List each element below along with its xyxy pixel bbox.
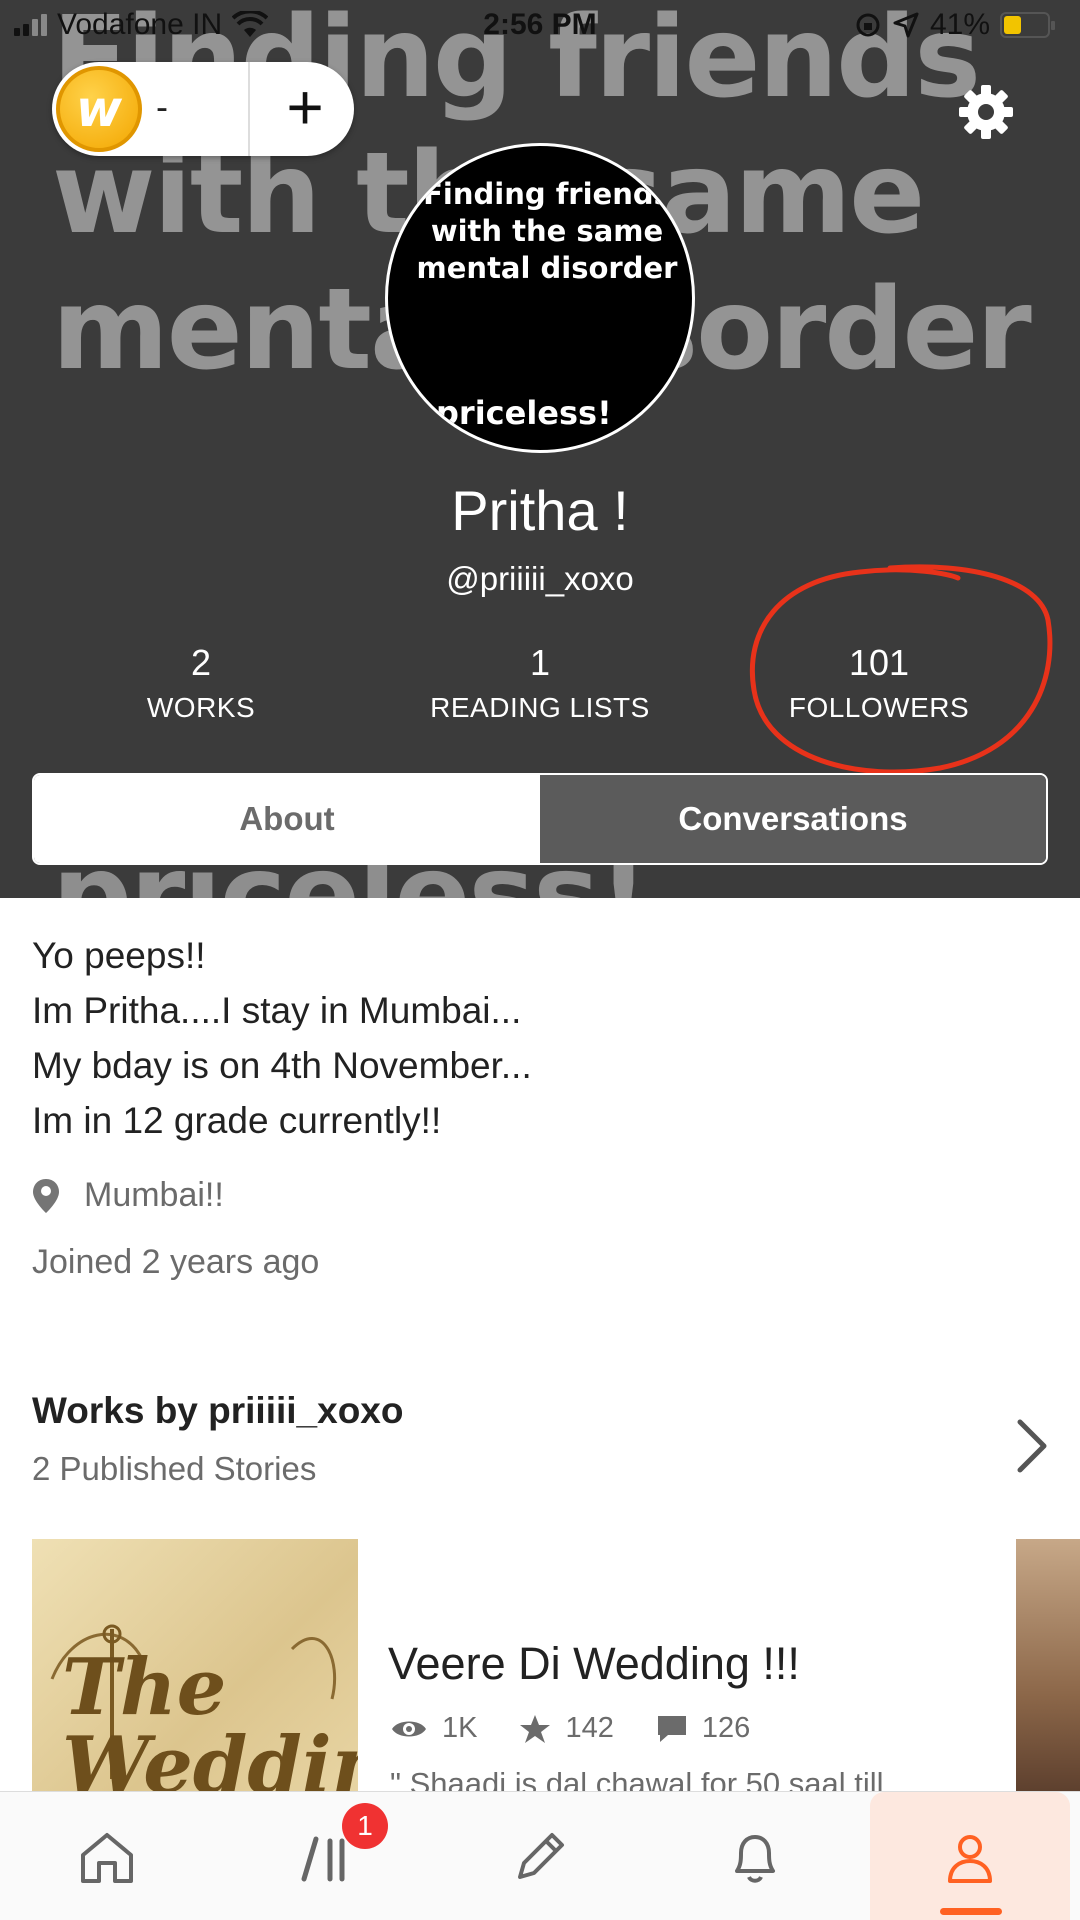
story-votes: 142 — [565, 1712, 614, 1744]
story-reads: 1K — [442, 1712, 478, 1744]
nav-write[interactable] — [440, 1792, 640, 1920]
story-comments: 126 — [701, 1712, 751, 1744]
active-tab-indicator — [940, 1908, 1002, 1915]
profile-header: Finding friends with the same mental dis… — [0, 0, 1080, 898]
nav-notifications[interactable] — [655, 1792, 855, 1920]
profile-tabs: About Conversations — [32, 773, 1048, 865]
joined-date: Joined 2 years ago — [32, 1243, 320, 1281]
status-bar: Vodafone IN 2:56 PM 41% — [0, 0, 1080, 52]
bio-line: Yo peeps!! — [32, 935, 206, 976]
settings-gear-icon[interactable] — [956, 82, 1016, 142]
profile-avatar[interactable]: Finding friends with the same mental dis… — [385, 143, 695, 453]
profile-icon — [948, 1834, 992, 1883]
stat-works-value: 2 — [190, 642, 212, 683]
write-icon — [518, 1832, 564, 1879]
chevron-right-icon[interactable] — [1010, 1416, 1054, 1476]
stat-works[interactable]: 2 WORKS — [36, 640, 366, 730]
wattpad-coin-icon: w — [56, 66, 142, 152]
stat-reading-lists-value: 1 — [529, 642, 551, 683]
tab-conversations[interactable]: Conversations — [540, 775, 1046, 863]
battery-icon — [1000, 12, 1055, 38]
story-stats: 1K 142 126 — [390, 1712, 792, 1745]
coin-divider — [248, 62, 250, 156]
story-title[interactable]: Veere Di Wedding !!! — [388, 1638, 800, 1690]
stat-reading-lists-label: READING LISTS — [430, 692, 650, 723]
bio-line: Im Pritha....I stay in Mumbai... — [32, 990, 522, 1031]
story-cover[interactable]: The Wedding — [32, 1539, 358, 1799]
stat-works-label: WORKS — [146, 692, 256, 723]
nav-profile[interactable] — [870, 1792, 1070, 1920]
profile-display-name: Pritha ! — [451, 479, 629, 542]
votes-star-icon — [520, 1714, 551, 1743]
avatar-tagline: priceless! — [436, 394, 612, 432]
location-text: Mumbai!! — [84, 1176, 224, 1214]
comments-bubble-icon — [657, 1715, 686, 1742]
nav-home[interactable] — [7, 1792, 207, 1920]
bio-line: Im in 12 grade currently!! — [32, 1100, 442, 1141]
cover-title-text: The Wedding — [62, 1642, 358, 1800]
works-section-title[interactable]: Works by priiiii_xoxo — [32, 1390, 403, 1432]
works-section-subtitle: 2 Published Stories — [32, 1450, 317, 1487]
stat-reading-lists[interactable]: 1 READING LISTS — [375, 640, 705, 730]
profile-location: Mumbai!! — [32, 1176, 224, 1215]
avatar-caption: Finding friends with the same mental dis… — [416, 177, 678, 285]
coins-widget[interactable]: w - + — [52, 62, 354, 156]
home-icon — [81, 1832, 133, 1883]
buy-coins-button[interactable]: + — [270, 72, 340, 146]
orientation-lock-icon — [856, 13, 880, 37]
bottom-navigation — [0, 1791, 1080, 1920]
nav-library[interactable] — [226, 1792, 426, 1920]
red-circle-annotation — [749, 564, 1053, 775]
next-story-cover[interactable] — [1016, 1539, 1080, 1799]
coin-balance: - — [156, 86, 168, 127]
location-pin-icon — [33, 1178, 59, 1213]
notifications-icon — [735, 1834, 775, 1883]
profile-bio: Yo peeps!! Im Pritha....I stay in Mumbai… — [32, 928, 1032, 1148]
library-notification-badge: 1 — [342, 1803, 388, 1849]
reads-eye-icon — [392, 1721, 426, 1736]
battery-percent: 41% — [929, 8, 990, 41]
tab-about[interactable]: About — [34, 775, 540, 863]
bio-line: My bday is on 4th November... — [32, 1045, 532, 1086]
location-arrow-icon — [893, 12, 919, 38]
